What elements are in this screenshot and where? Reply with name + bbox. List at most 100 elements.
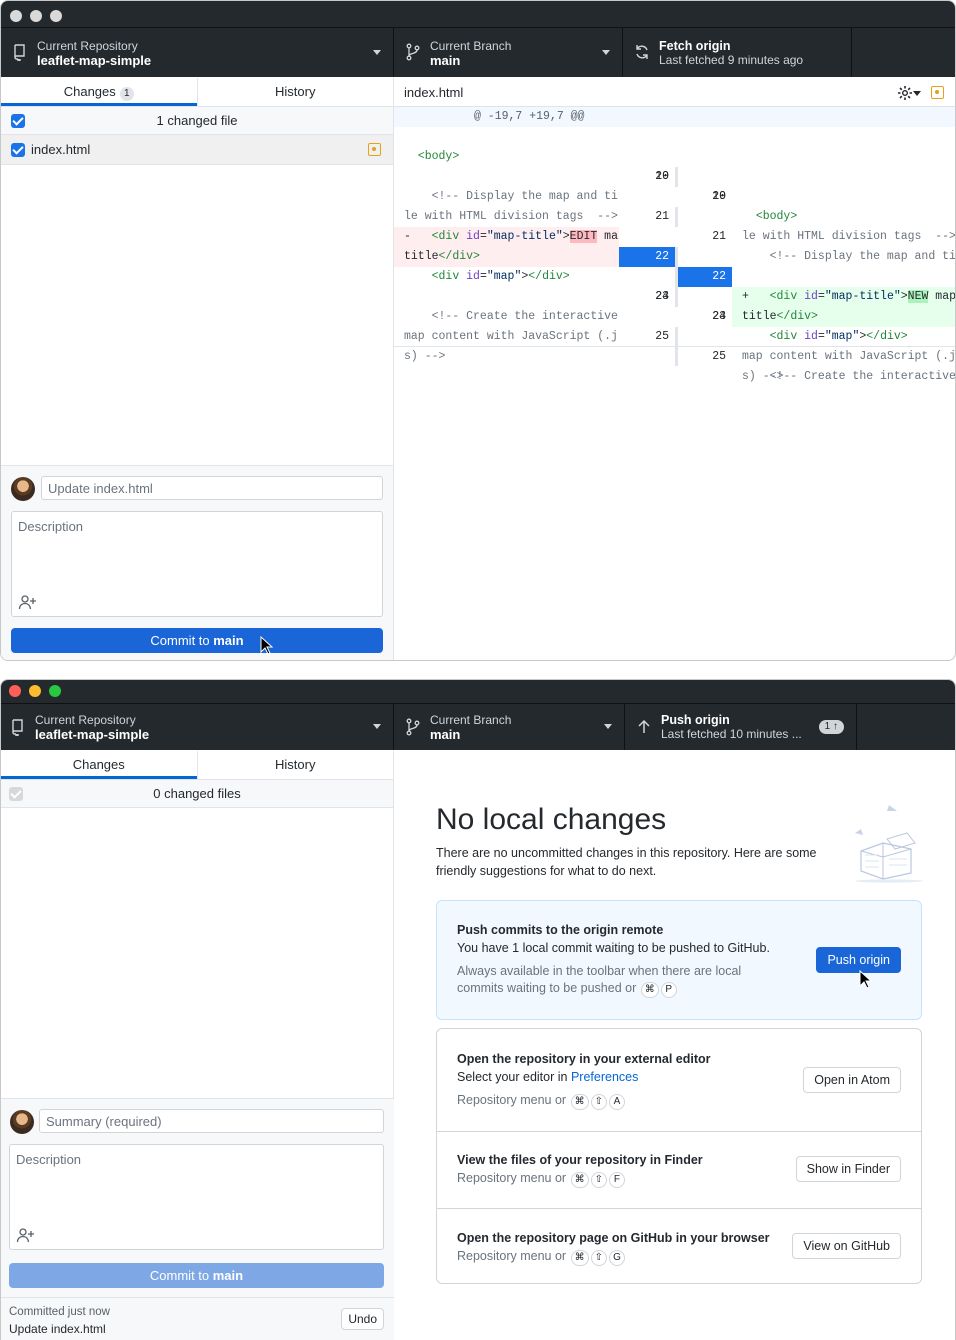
undo-commit-bar: Committed just now Update index.html Und… bbox=[1, 1297, 394, 1340]
changes-count-badge: 1 bbox=[119, 87, 134, 101]
shift-key: ⇧ bbox=[590, 1172, 607, 1188]
a-key: A bbox=[608, 1094, 625, 1110]
title-bar bbox=[1, 1, 955, 28]
push-card-subtitle: You have 1 local commit waiting to be pu… bbox=[457, 941, 770, 955]
tab-changes[interactable]: Changes 1 bbox=[1, 78, 197, 106]
app-window-no-changes: Current Repository leaflet-map-simple Cu… bbox=[0, 679, 956, 1340]
fetch-origin-button[interactable]: Fetch origin Last fetched 9 minutes ago bbox=[623, 28, 852, 77]
current-repository-button[interactable]: Current Repository leaflet-map-simple bbox=[1, 28, 394, 77]
undo-button[interactable]: Undo bbox=[341, 1308, 384, 1330]
last-commit-message: Update index.html bbox=[9, 1322, 106, 1336]
show-in-finder-button[interactable]: Show in Finder bbox=[795, 1156, 901, 1182]
minimize-window-button[interactable] bbox=[30, 10, 42, 22]
diff-line: le with HTML division tags --> le with H… bbox=[394, 187, 955, 243]
diff-line: <div id="map"></div> 23 23 <div id="map"… bbox=[394, 247, 955, 343]
branch-name: main bbox=[430, 53, 461, 68]
editor-card-title: Open the repository in your external edi… bbox=[457, 1052, 711, 1066]
preferences-link[interactable]: Preferences bbox=[571, 1070, 638, 1084]
zoom-window-button[interactable] bbox=[50, 10, 62, 22]
open-editor-row: Open the repository in your external edi… bbox=[437, 1029, 921, 1132]
github-card-meta: Repository menu or bbox=[457, 1249, 567, 1263]
push-card-shortcut: commits waiting to be pushed or ⌘ P bbox=[457, 981, 678, 998]
file-name: index.html bbox=[31, 142, 91, 157]
file-list-item[interactable]: index.html bbox=[1, 135, 393, 165]
commit-button-prefix: Commit to bbox=[149, 1268, 213, 1283]
push-card-title: Push commits to the origin remote bbox=[457, 923, 664, 937]
cmd-key: ⌘ bbox=[640, 982, 659, 998]
last-commit-label: Committed just now bbox=[9, 1306, 110, 1318]
push-status: Last fetched 10 minutes ... bbox=[661, 727, 802, 741]
minimize-window-button[interactable] bbox=[29, 685, 41, 697]
select-all-checkbox bbox=[9, 787, 23, 801]
p-key: P bbox=[660, 982, 677, 998]
avatar bbox=[10, 1110, 34, 1134]
page-title: No local changes bbox=[436, 803, 667, 836]
diff-file-name: index.html bbox=[404, 85, 464, 100]
diff-view: @ -19,7 +19,7 @@ <body> 19 19 <body> 20 … bbox=[394, 107, 955, 383]
editor-card-meta: Repository menu or bbox=[457, 1093, 567, 1107]
changed-files-count: 1 changed file bbox=[156, 113, 238, 128]
diff-line-changed[interactable]: - <div id="map-title">EDIT map 22 22 + <… bbox=[394, 207, 955, 307]
editor-card-subtitle: Select your editor in Preferences bbox=[457, 1070, 638, 1084]
view-on-github-button[interactable]: View on GitHub bbox=[792, 1233, 901, 1259]
push-card-meta-1: Always available in the toolbar when the… bbox=[457, 964, 742, 978]
fetch-status: Last fetched 9 minutes ago bbox=[659, 53, 804, 67]
summary-input[interactable]: Update index.html bbox=[41, 476, 383, 500]
zoom-window-button[interactable] bbox=[49, 685, 61, 697]
gear-icon[interactable] bbox=[897, 85, 913, 101]
tab-changes-label: Changes bbox=[63, 84, 116, 99]
select-all-checkbox[interactable] bbox=[11, 114, 25, 128]
diff-line: 24 24 bbox=[394, 267, 955, 323]
open-in-atom-button[interactable]: Open in Atom bbox=[803, 1067, 901, 1093]
branch-label: Current Branch bbox=[430, 713, 512, 727]
current-branch-button[interactable]: Current Branch main bbox=[394, 28, 623, 77]
new-line-number: 25 bbox=[712, 350, 726, 363]
description-input[interactable]: Description bbox=[9, 1144, 384, 1250]
empty-state-illustration bbox=[855, 805, 923, 883]
g-key: G bbox=[608, 1250, 625, 1266]
commit-message-area: Summary (required) Description Commit to… bbox=[1, 1098, 394, 1340]
tab-history[interactable]: History bbox=[196, 78, 394, 106]
sidebar-tabs: Changes History bbox=[1, 751, 393, 780]
show-in-finder-row: View the files of your repository in Fin… bbox=[437, 1132, 921, 1209]
close-window-button[interactable] bbox=[9, 685, 21, 697]
chevron-down-icon[interactable] bbox=[913, 91, 921, 96]
push-commits-card: Push commits to the origin remote You ha… bbox=[436, 900, 922, 1020]
commit-branch-name: main bbox=[212, 1268, 244, 1283]
commit-button-prefix: Commit to bbox=[150, 633, 214, 648]
arrow-up-icon bbox=[638, 719, 650, 733]
push-origin-button[interactable]: Push origin Last fetched 10 minutes ... … bbox=[625, 704, 857, 750]
chevron-down-icon bbox=[604, 724, 612, 729]
summary-input[interactable]: Summary (required) bbox=[39, 1109, 384, 1133]
old-code: s) --> bbox=[404, 350, 446, 363]
push-label: Push origin bbox=[661, 713, 730, 727]
current-repository-button[interactable]: Current Repository leaflet-map-simple bbox=[1, 704, 394, 750]
fetch-label: Fetch origin bbox=[659, 39, 731, 53]
changed-files-header: 1 changed file bbox=[1, 107, 393, 135]
suggestions-card: Open the repository in your external edi… bbox=[436, 1028, 922, 1284]
github-card-title: Open the repository page on GitHub in yo… bbox=[457, 1231, 770, 1245]
diff-line: map content with JavaScript (.j map cont… bbox=[394, 307, 955, 363]
diff-line: <!-- Create the interactive 25 25 <!-- C… bbox=[394, 287, 955, 383]
diff-header: index.html bbox=[394, 78, 955, 107]
tab-changes[interactable]: Changes bbox=[1, 751, 197, 779]
commit-button: Commit to main bbox=[9, 1263, 384, 1288]
intro-text: There are no uncommitted changes in this… bbox=[436, 846, 817, 878]
shift-key: ⇧ bbox=[590, 1250, 607, 1266]
add-coauthor-icon[interactable] bbox=[16, 1227, 36, 1243]
file-include-checkbox[interactable] bbox=[11, 143, 25, 157]
toolbar: Current Repository leaflet-map-simple Cu… bbox=[1, 28, 955, 77]
close-window-button[interactable] bbox=[10, 10, 22, 22]
new-code: s) --> bbox=[742, 370, 784, 383]
hunk-header[interactable]: @ -19,7 +19,7 @@ bbox=[394, 107, 955, 127]
push-card-meta-2: commits waiting to be pushed or bbox=[457, 981, 637, 995]
add-coauthor-icon[interactable] bbox=[18, 594, 38, 610]
tab-history[interactable]: History bbox=[196, 751, 394, 779]
sync-icon bbox=[636, 45, 648, 59]
repo-label: Current Repository bbox=[35, 713, 136, 727]
commit-branch-name: main bbox=[213, 633, 244, 648]
commit-button[interactable]: Commit to main bbox=[11, 628, 383, 653]
no-changes-view: No local changes There are no uncommitte… bbox=[394, 755, 955, 1340]
description-input[interactable]: Description bbox=[11, 511, 383, 617]
current-branch-button[interactable]: Current Branch main bbox=[394, 704, 625, 750]
